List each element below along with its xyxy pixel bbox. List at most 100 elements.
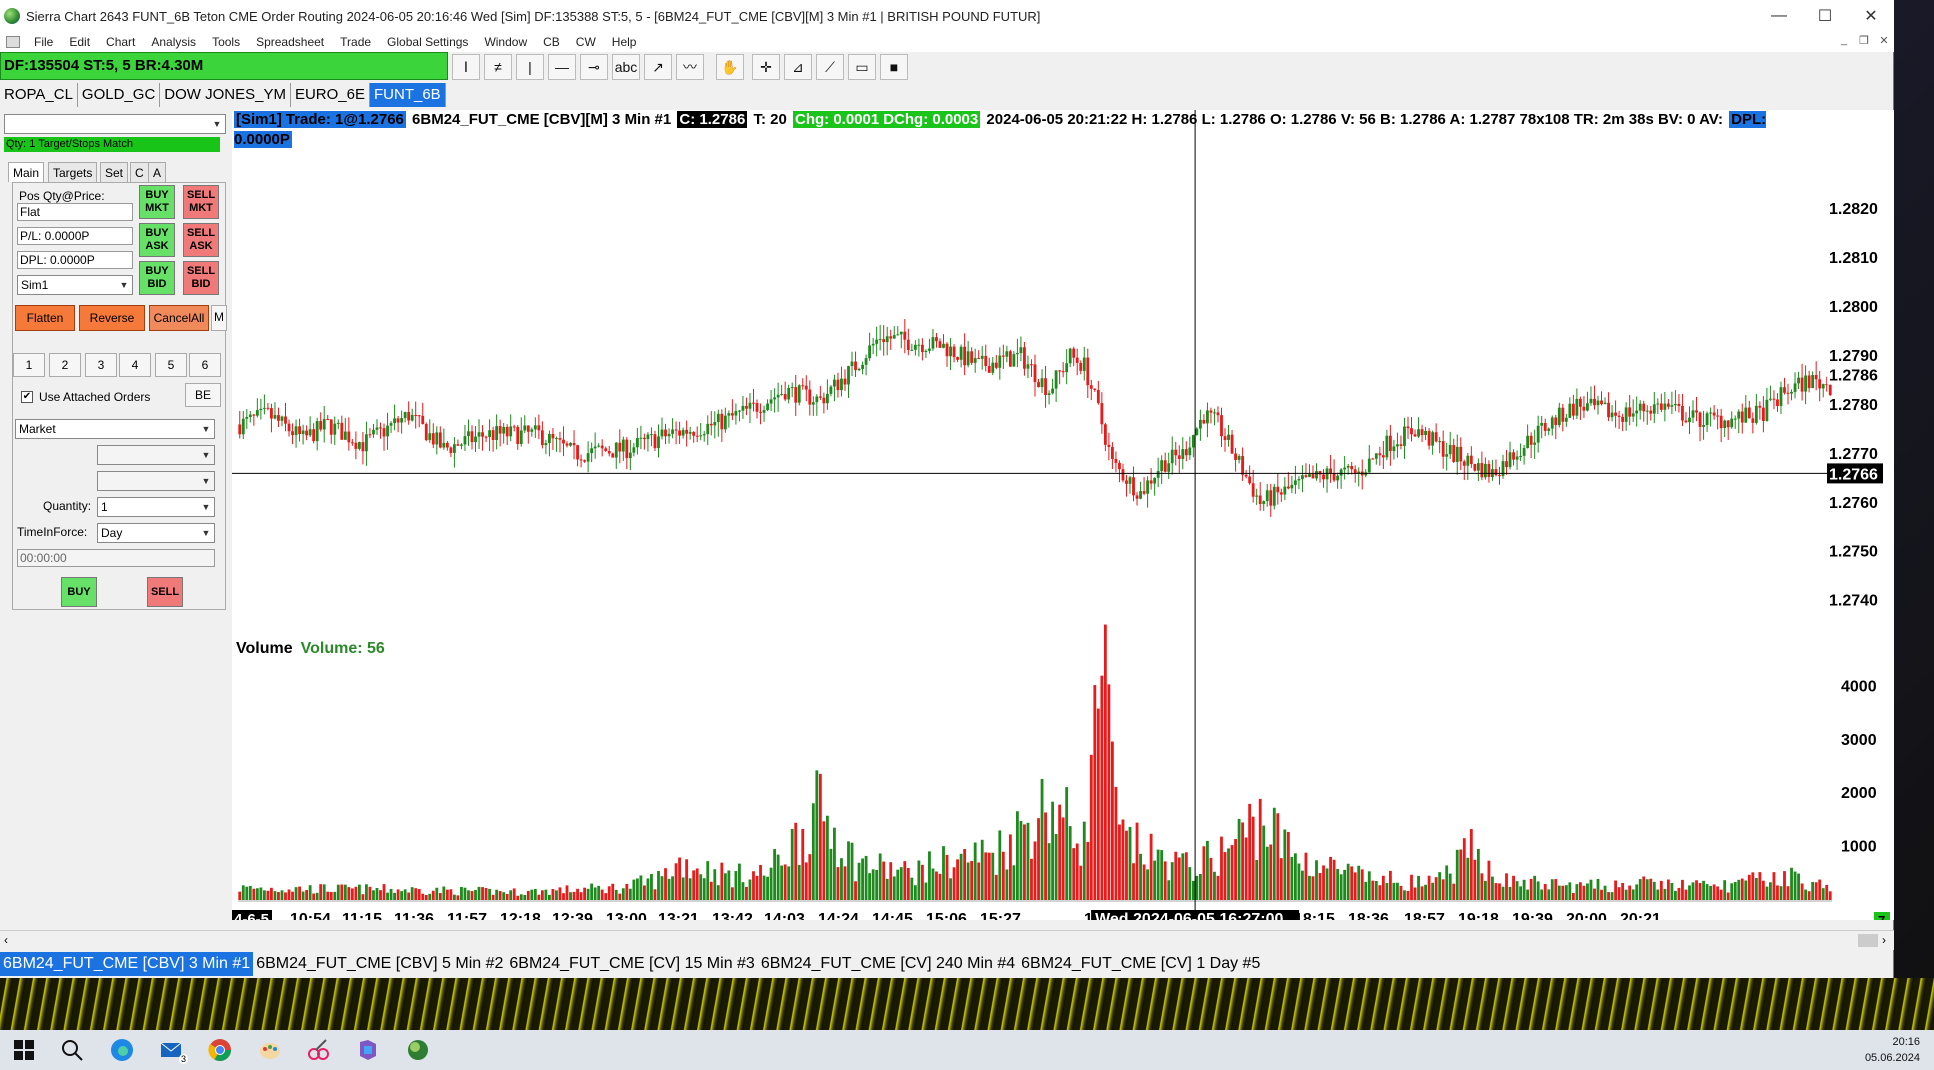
chart-tab-5min[interactable]: 6BM24_FUT_CME [CBV] 5 Min #2: [253, 952, 507, 976]
buy-button[interactable]: BUY: [61, 577, 97, 607]
title-bar[interactable]: Sierra Chart 2643 FUNT_6B Teton CME Orde…: [0, 0, 1894, 32]
tool-horizontal-line-icon[interactable]: —: [548, 54, 576, 80]
menu-file[interactable]: File: [26, 35, 61, 49]
menu-edit[interactable]: Edit: [61, 35, 98, 49]
close-button[interactable]: ✕: [1848, 0, 1894, 32]
paint-icon[interactable]: [256, 1036, 284, 1064]
time-in-force-select[interactable]: Day ▼: [97, 523, 215, 543]
volume-bar: [523, 894, 527, 900]
cancel-all-button[interactable]: CancelAll: [149, 305, 209, 331]
qty-preset-4[interactable]: 4: [119, 353, 151, 377]
tool-measure-icon[interactable]: ⊿: [784, 54, 812, 80]
mail-icon[interactable]: 3: [158, 1036, 188, 1064]
tool-freehand-icon[interactable]: 〰: [676, 54, 704, 80]
menu-chart[interactable]: Chart: [98, 35, 143, 49]
chart-tab-1day[interactable]: 6BM24_FUT_CME [CV] 1 Day #5: [1018, 952, 1264, 976]
menu-trade[interactable]: Trade: [332, 35, 379, 49]
tool-ray-icon[interactable]: ⊸: [580, 54, 608, 80]
be-button[interactable]: BE: [185, 383, 221, 407]
mdi-minimize-icon[interactable]: _: [1836, 34, 1852, 50]
tab-c[interactable]: C: [130, 162, 149, 182]
volume-bar: [1184, 852, 1188, 900]
tool-crosshair-icon[interactable]: ✛: [752, 54, 780, 80]
tab-targets[interactable]: Targets: [48, 162, 98, 182]
qty-preset-5[interactable]: 5: [155, 353, 187, 377]
menu-spreadsheet[interactable]: Spreadsheet: [248, 35, 332, 49]
qty-preset-2[interactable]: 2: [49, 353, 81, 377]
symbol-tab-euro-6e[interactable]: EURO_6E: [290, 83, 370, 107]
price-volume-chart[interactable]: 1.2820 1.2810 1.2800 1.2790 1.2780 1.2770 1.27…: [232, 110, 1894, 920]
snipping-tool-icon[interactable]: [304, 1036, 332, 1064]
tab-main[interactable]: Main: [8, 162, 45, 182]
menu-help[interactable]: Help: [604, 35, 645, 49]
document-icon[interactable]: [6, 36, 20, 48]
tool-text-icon[interactable]: abc: [612, 54, 640, 80]
search-icon[interactable]: [58, 1036, 86, 1064]
m-button[interactable]: M: [211, 305, 227, 331]
quantity-input[interactable]: 1 ▼: [97, 497, 215, 517]
menu-window[interactable]: Window: [476, 35, 535, 49]
tool-vertical-line-icon[interactable]: |: [516, 54, 544, 80]
chart-tab-240min[interactable]: 6BM24_FUT_CME [CV] 240 Min #4: [757, 952, 1019, 976]
sierra-chart-taskbar-icon[interactable]: [404, 1036, 432, 1064]
menu-analysis[interactable]: Analysis: [143, 35, 204, 49]
buy-market-button[interactable]: BUY MKT: [139, 185, 175, 219]
price1-select[interactable]: ▼: [97, 445, 215, 465]
good-till-time-field[interactable]: 00:00:00: [17, 549, 215, 567]
chart-area[interactable]: 1.2820 1.2810 1.2800 1.2790 1.2780 1.2770 1.27…: [232, 110, 1894, 920]
time-axis-tick: 18:57: [1404, 911, 1445, 920]
menu-cb[interactable]: CB: [535, 35, 568, 49]
menu-cw[interactable]: CW: [568, 35, 604, 49]
order-type-select[interactable]: Market ▼: [15, 419, 215, 439]
tool-line-icon[interactable]: ⟋: [816, 54, 844, 80]
tab-a[interactable]: A: [148, 162, 167, 182]
scroll-right-icon[interactable]: ›: [1882, 933, 1886, 947]
tool-trendline-icon[interactable]: ↗: [644, 54, 672, 80]
chart-tab-3min[interactable]: 6BM24_FUT_CME [CBV] 3 Min #1: [0, 952, 254, 976]
tool-square-icon[interactable]: ■: [880, 54, 908, 80]
sell-bid-button[interactable]: SELL BID: [183, 261, 219, 295]
price2-select[interactable]: ▼: [97, 471, 215, 491]
sell-button[interactable]: SELL: [147, 577, 183, 607]
chrome-icon[interactable]: [206, 1036, 234, 1064]
tool-hand-icon[interactable]: ✋: [716, 54, 744, 80]
trade-panel-top-select[interactable]: ▼: [4, 114, 226, 134]
maximize-button[interactable]: ☐: [1802, 0, 1848, 32]
volume-bar: [1086, 841, 1090, 900]
buy-ask-button[interactable]: BUY ASK: [139, 223, 175, 257]
copilot-icon[interactable]: [354, 1036, 382, 1064]
system-clock[interactable]: 20:16 05.06.2024: [1865, 1034, 1920, 1066]
tab-set[interactable]: Set: [100, 162, 129, 182]
reverse-button[interactable]: Reverse: [79, 305, 145, 331]
account-select[interactable]: Sim1 ▼: [17, 275, 133, 295]
qty-preset-1[interactable]: 1: [13, 353, 45, 377]
tool-parallel-icon[interactable]: ≠: [484, 54, 512, 80]
buy-bid-button[interactable]: BUY BID: [139, 261, 175, 295]
minimize-button[interactable]: —: [1756, 0, 1802, 32]
tool-fib-icon[interactable]: Ⅰ: [452, 54, 480, 80]
qty-preset-3[interactable]: 3: [85, 353, 117, 377]
volume-bar: [1255, 860, 1259, 900]
qty-preset-6[interactable]: 6: [189, 353, 221, 377]
symbol-tab-dow-jones-ym[interactable]: DOW JONES_YM: [160, 83, 291, 107]
tool-rectangle-icon[interactable]: ▭: [848, 54, 876, 80]
candle-body: [780, 394, 784, 396]
menu-tools[interactable]: Tools: [204, 35, 248, 49]
horizontal-scrollbar[interactable]: ‹ ›: [0, 930, 1894, 950]
flatten-button[interactable]: Flatten: [15, 305, 75, 331]
chart-tab-15min[interactable]: 6BM24_FUT_CME [CV] 15 Min #3: [506, 952, 758, 976]
scroll-thumb[interactable]: [1858, 934, 1878, 947]
symbol-tab-ropa-cl[interactable]: ROPA_CL: [0, 83, 78, 107]
scroll-left-icon[interactable]: ‹: [4, 933, 8, 947]
sell-market-button[interactable]: SELL MKT: [183, 185, 219, 219]
use-attached-orders-checkbox[interactable]: ✔: [21, 391, 33, 403]
candle-body: [1642, 403, 1646, 412]
mdi-restore-icon[interactable]: ❐: [1856, 34, 1872, 50]
sell-ask-button[interactable]: SELL ASK: [183, 223, 219, 257]
mdi-close-icon[interactable]: ✕: [1876, 34, 1892, 50]
symbol-tab-funt-6b[interactable]: FUNT_6B: [370, 83, 446, 107]
windows-start-icon[interactable]: [10, 1036, 38, 1064]
menu-global-settings[interactable]: Global Settings: [379, 35, 476, 49]
symbol-tab-gold-gc[interactable]: GOLD_GC: [77, 83, 161, 107]
edge-browser-icon[interactable]: [108, 1036, 136, 1064]
